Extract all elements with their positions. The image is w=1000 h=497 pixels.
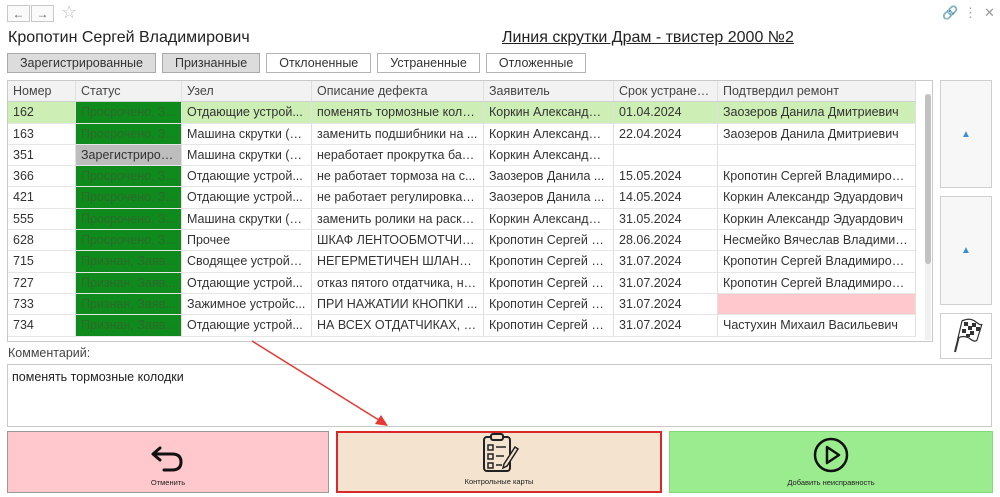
cancel-label: Отменить [150,478,186,487]
clipboard-checklist-icon [483,433,520,472]
play-circle-icon [813,437,849,473]
cancel-button[interactable]: Отменить [7,431,329,493]
add-defect-button[interactable]: Добавить неисправность [669,431,993,493]
control-cards-button[interactable]: Контрольные карты [336,431,662,493]
control-cards-label: Контрольные карты [464,477,534,486]
undo-arrow-icon [151,446,183,472]
add-defect-label: Добавить неисправность [787,478,875,487]
annotation-arrow [251,340,388,426]
